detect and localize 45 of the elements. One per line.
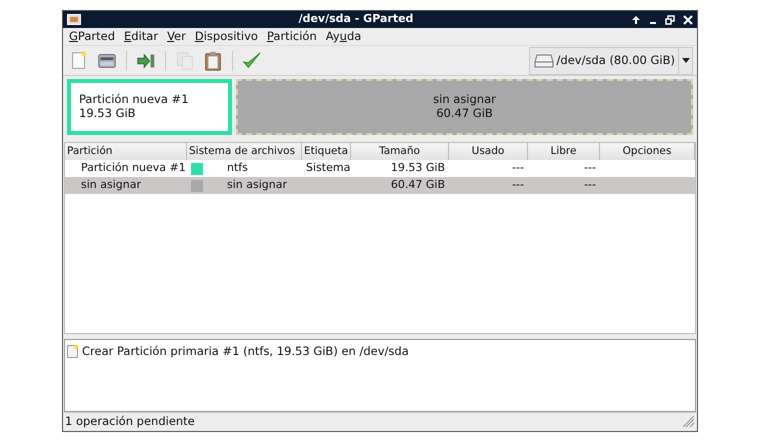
menu-item[interactable]: Partición	[266, 28, 317, 46]
column-header[interactable]: Tamaño	[351, 143, 449, 160]
device-label: /dev/sda (80.00 GiB)	[556, 52, 675, 69]
app-icon	[67, 14, 81, 25]
partition-size: 60.47 GiB	[436, 107, 493, 121]
menu-item[interactable]: GParted	[69, 28, 115, 46]
maximize-icon[interactable]	[665, 14, 675, 24]
dropdown-arrow-icon[interactable]	[682, 58, 690, 63]
column-header[interactable]: Usado	[449, 143, 528, 160]
table-cell-text: ---	[583, 160, 597, 176]
new-document-icon	[67, 345, 78, 358]
column-header[interactable]: Libre	[528, 143, 600, 160]
table-cell-text: ---	[583, 177, 597, 194]
partition-name: sin asignar	[433, 93, 496, 107]
table-cell-text: 60.47 GiB	[390, 177, 446, 194]
table-cell-text: ---	[511, 160, 525, 176]
table-cell-text: 19.53 GiB	[390, 160, 446, 176]
drive-icon	[534, 54, 554, 68]
menu-item[interactable]: Editar	[124, 28, 158, 46]
table-row[interactable]: sin asignar sin asignar 60.47 GiB --- ---	[65, 177, 695, 194]
menu-item[interactable]: Ver	[167, 28, 186, 46]
table-cell-text: ---	[511, 177, 525, 194]
table-cell-text: sin asignar	[80, 177, 142, 194]
column-header[interactable]: Opciones	[600, 143, 695, 160]
table-cell-text: sin asignar	[227, 177, 288, 194]
table-row[interactable]: Partición nueva #1 ntfs Sistema 19.53 GiB --- ---	[65, 160, 695, 177]
operation-text: Crear Partición primaria #1 (ntfs, 19.53 GiB) en /dev/sda	[82, 343, 409, 360]
partition-name: Partición nueva #1	[79, 93, 190, 107]
column-header[interactable]: Etiqueta	[302, 143, 351, 160]
table-cell-text: Sistema	[305, 160, 351, 176]
unallocated-block[interactable]: sin asignar 60.47 GiB	[236, 79, 693, 135]
pin-icon[interactable]	[631, 14, 641, 24]
column-header[interactable]: Sistema de archivos	[187, 143, 302, 160]
device-selector[interactable]: /dev/sda (80.00 GiB)	[528, 46, 693, 74]
menu-item[interactable]: Ayuda	[326, 28, 362, 46]
window-title: /dev/sda - GParted	[298, 11, 414, 28]
close-icon[interactable]	[683, 14, 693, 24]
partition-block[interactable]: Partición nueva #1 19.53 GiB	[67, 79, 232, 135]
menu-item[interactable]: Dispositivo	[194, 28, 258, 46]
partition-size: 19.53 GiB	[79, 107, 137, 121]
table-cell-text: Partición nueva #1	[80, 160, 187, 176]
status-text: 1 operación pendiente	[65, 413, 196, 430]
resize-grip-icon[interactable]	[683, 416, 695, 428]
column-header[interactable]: Partición	[65, 143, 187, 160]
table-cell-text: ntfs	[227, 160, 248, 176]
